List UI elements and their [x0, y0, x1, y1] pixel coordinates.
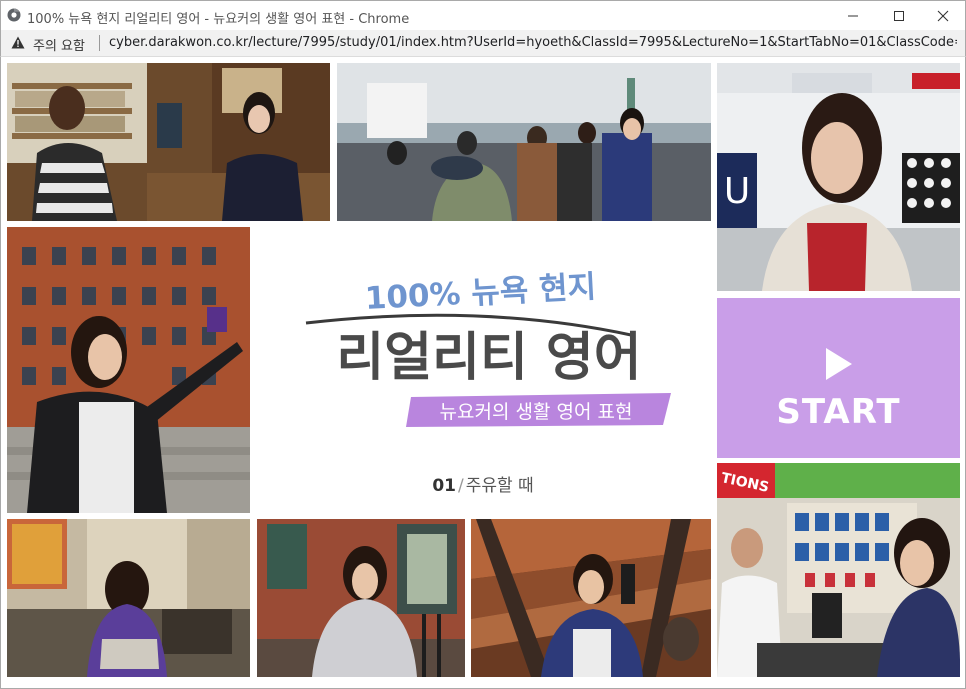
svg-text:U: U: [724, 171, 750, 212]
window-titlebar: 100% 뉴욕 현지 리얼리티 영어 - 뉴요커의 생활 영어 표현 - Chr…: [0, 0, 966, 30]
minimize-button[interactable]: [831, 1, 875, 31]
address-bar[interactable]: 주의 요함 cyber.darakwon.co.kr/lecture/7995/…: [0, 30, 966, 57]
title-line-3: 뉴요커의 생활 영어 표현: [440, 401, 633, 423]
url-text[interactable]: cyber.darakwon.co.kr/lecture/7995/study/…: [109, 35, 957, 50]
start-label: START: [776, 392, 901, 432]
lesson-caption: 01/주유할 때: [251, 471, 715, 496]
photo-nyu-building: [7, 227, 250, 513]
close-button[interactable]: [921, 1, 965, 31]
photo-university-store: U: [717, 63, 960, 291]
start-button[interactable]: START: [717, 298, 960, 458]
lesson-title: 주유할 때: [465, 476, 534, 496]
title-line-1: 100% 뉴욕 현지: [364, 269, 597, 317]
photo-ferry-liberty: [337, 63, 711, 221]
maximize-icon: [894, 11, 904, 21]
lecture-page: U 100% 뉴욕 현지 리얼리티 영어 뉴요커의 생활 영어 표현 01 / …: [0, 57, 966, 689]
minimize-icon: [848, 15, 858, 17]
warning-icon: [11, 36, 25, 49]
window-title: 100% 뉴욕 현지 리얼리티 영어 - 뉴요커의 생활 영어 표현 - Chr…: [27, 12, 410, 27]
chrome-icon: [7, 8, 21, 22]
close-icon: [937, 10, 949, 22]
title-line-2: 리얼리티 영어: [336, 328, 641, 388]
photo-pharmacy: TIONS: [717, 463, 960, 677]
photo-brick-street: [257, 519, 465, 677]
photo-vessel: [471, 519, 711, 677]
lesson-number: 01: [432, 476, 456, 496]
play-icon: [826, 348, 852, 380]
security-warning[interactable]: 주의 요함: [33, 35, 85, 54]
maximize-button[interactable]: [877, 1, 921, 31]
address-divider: [99, 35, 100, 51]
photo-library-desk: [7, 63, 330, 221]
photo-museum-hall: [7, 519, 250, 677]
lesson-separator: /: [457, 476, 464, 496]
